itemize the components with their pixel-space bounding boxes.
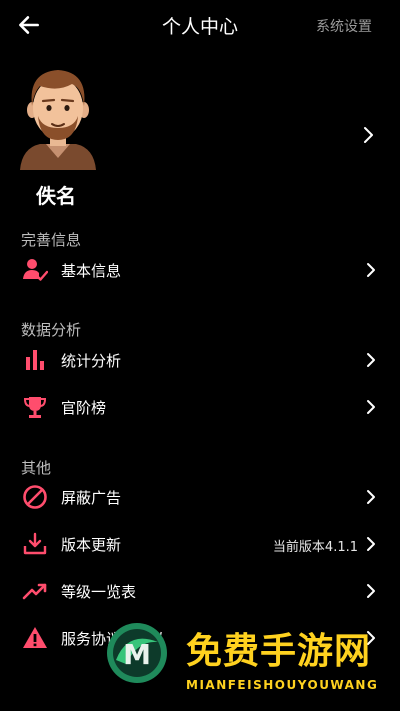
- menu-item-block-ads[interactable]: 屏蔽广告: [0, 475, 400, 519]
- section-title-analysis: 数据分析: [21, 321, 82, 339]
- menu-item-label: 统计分析: [61, 352, 122, 370]
- menu-item-label: 官阶榜: [61, 399, 107, 417]
- user-check-icon: [23, 259, 48, 281]
- section-title-info: 完善信息: [21, 231, 82, 249]
- menu-item-update[interactable]: 版本更新 当前版本4.1.1: [0, 522, 400, 566]
- header: 个人中心 系统设置: [0, 0, 400, 52]
- menu-item-label: 基本信息: [61, 262, 122, 280]
- chevron-right-icon: [367, 584, 375, 598]
- menu-item-label: 版本更新: [61, 536, 122, 554]
- menu-item-stats[interactable]: 统计分析: [0, 338, 400, 382]
- profile-card[interactable]: 佚名: [0, 58, 400, 218]
- version-value: 当前版本4.1.1: [272, 540, 358, 555]
- chevron-right-icon: [367, 263, 375, 277]
- menu-item-label: 屏蔽广告: [61, 489, 122, 507]
- username: 佚名: [36, 184, 76, 208]
- block-icon: [23, 485, 47, 509]
- chevron-right-icon: [367, 490, 375, 504]
- warning-icon: [23, 627, 47, 648]
- download-icon: [23, 532, 47, 555]
- chevron-right-icon: [367, 353, 375, 367]
- menu-item-levels[interactable]: 等级一览表: [0, 569, 400, 613]
- menu-item-label: 服务协议与隐私: [61, 630, 167, 648]
- menu-item-label: 等级一览表: [61, 583, 137, 601]
- menu-item-agreement[interactable]: 服务协议与隐私: [0, 616, 400, 660]
- menu-item-basic-info[interactable]: 基本信息: [0, 248, 400, 292]
- trophy-icon: [23, 397, 47, 418]
- chevron-right-icon: [367, 400, 375, 414]
- system-settings-button[interactable]: 系统设置: [316, 16, 372, 36]
- chevron-right-icon: [367, 537, 375, 551]
- trending-up-icon: [22, 583, 47, 600]
- bar-chart-icon: [26, 350, 44, 370]
- menu-item-ranking[interactable]: 官阶榜: [0, 385, 400, 429]
- avatar: [20, 70, 96, 170]
- watermark-subtitle: MIANFEISHOUYOUWANG: [186, 678, 379, 692]
- chevron-right-icon: [367, 631, 375, 645]
- chevron-right-icon: [364, 127, 373, 143]
